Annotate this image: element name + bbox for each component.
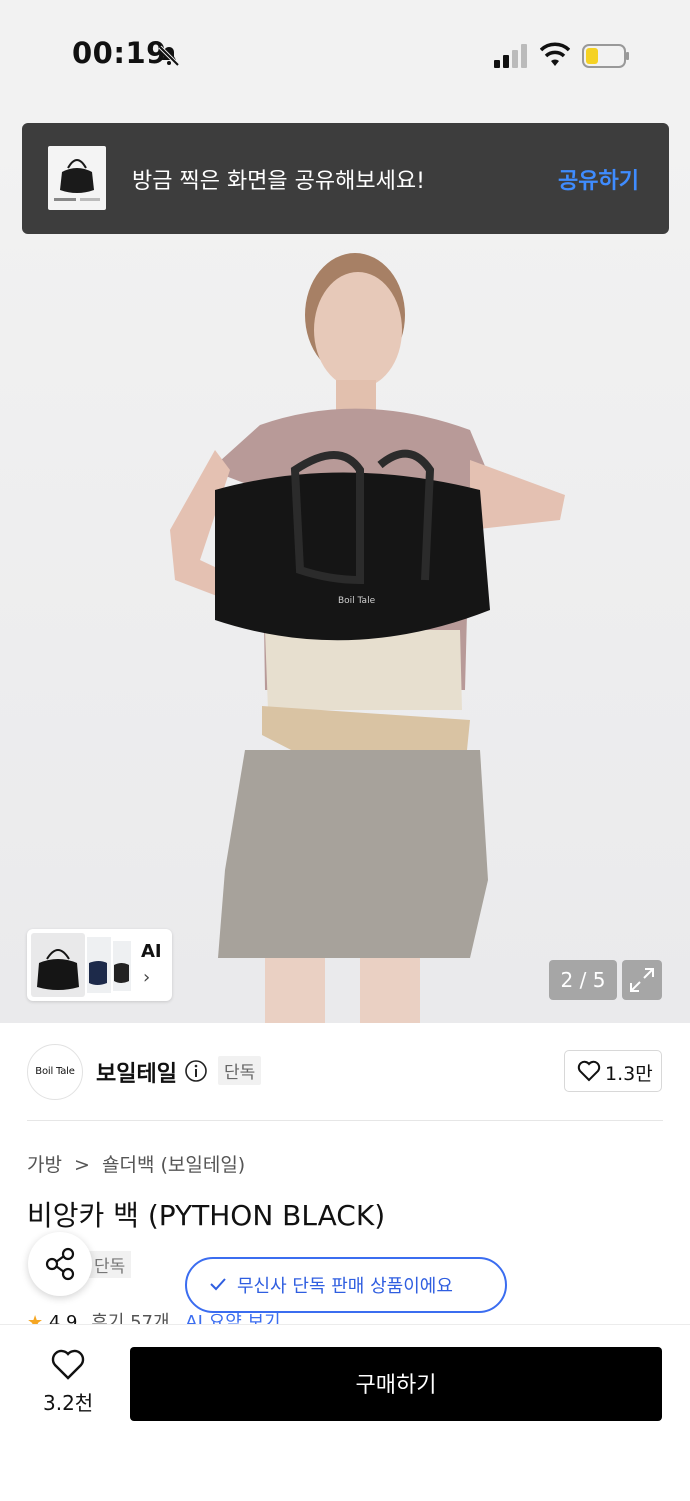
star-icon: ★ — [27, 1312, 44, 1324]
exclusive-badge: 단독 — [218, 1056, 262, 1085]
signal-icon — [494, 44, 527, 68]
review-link[interactable]: 후기 57개 — [91, 1312, 169, 1324]
exclusive-tag: 단독 — [88, 1251, 132, 1278]
thumbnail-strip[interactable]: AI › — [27, 929, 172, 1001]
wifi-icon — [540, 42, 570, 66]
brand-logo[interactable]: Boil Tale — [27, 1044, 83, 1100]
exclusive-notice-pill: 무신사 단독 판매 상품이에요 — [185, 1257, 507, 1313]
breadcrumb-category[interactable]: 가방 — [27, 1154, 62, 1176]
thumbnail-images — [31, 933, 131, 997]
bell-muted-icon — [158, 45, 180, 67]
exclusive-notice-text: 무신사 단독 판매 상품이에요 — [237, 1276, 453, 1297]
breadcrumb-subcategory[interactable]: 숄더백 (보일테일) — [102, 1154, 245, 1176]
share-icon — [45, 1247, 75, 1281]
bottom-action-bar: 3.2천 구매하기 — [0, 1324, 690, 1501]
ai-summary-button[interactable]: AI 요약 보기 — [185, 1312, 280, 1324]
heart-icon[interactable] — [50, 1349, 86, 1381]
expand-icon — [630, 968, 654, 992]
rating-value: 4.9 — [48, 1312, 78, 1324]
image-counter: 2 / 5 — [549, 960, 617, 1000]
expand-button[interactable] — [622, 960, 662, 1000]
status-time: 00:19 — [72, 36, 167, 70]
battery-icon — [582, 44, 629, 68]
toast-thumbnail — [48, 146, 106, 210]
divider — [27, 1120, 663, 1121]
brand-like-button[interactable]: 1.3만 — [564, 1050, 662, 1092]
product-title: 비앙카 백 (PYTHON BLACK) — [27, 1199, 386, 1232]
info-icon[interactable] — [184, 1059, 208, 1083]
bag-logo-text: Boil Tale — [338, 596, 376, 606]
breadcrumb-separator: > — [74, 1154, 90, 1176]
brand-like-count: 1.3만 — [605, 1063, 653, 1085]
toast-message: 방금 찍은 화면을 공유해보세요! — [132, 169, 425, 194]
brand-name[interactable]: 보일테일 — [96, 1056, 177, 1088]
chevron-right-icon: › — [143, 967, 151, 988]
breadcrumb: 가방 > 숄더백 (보일테일) — [27, 1150, 245, 1177]
model-photo: Boil Tale — [170, 253, 565, 1023]
ai-label: AI — [141, 941, 162, 962]
product-image[interactable]: Boil Tale — [0, 110, 690, 1023]
check-icon — [210, 1278, 226, 1291]
buy-button[interactable]: 구매하기 — [130, 1347, 662, 1421]
share-toast: 방금 찍은 화면을 공유해보세요! 공유하기 — [22, 123, 669, 234]
wishlist-count: 3.2천 — [43, 1391, 94, 1415]
toast-share-button[interactable]: 공유하기 — [558, 163, 639, 195]
heart-icon — [577, 1060, 601, 1082]
share-button[interactable] — [28, 1232, 92, 1296]
